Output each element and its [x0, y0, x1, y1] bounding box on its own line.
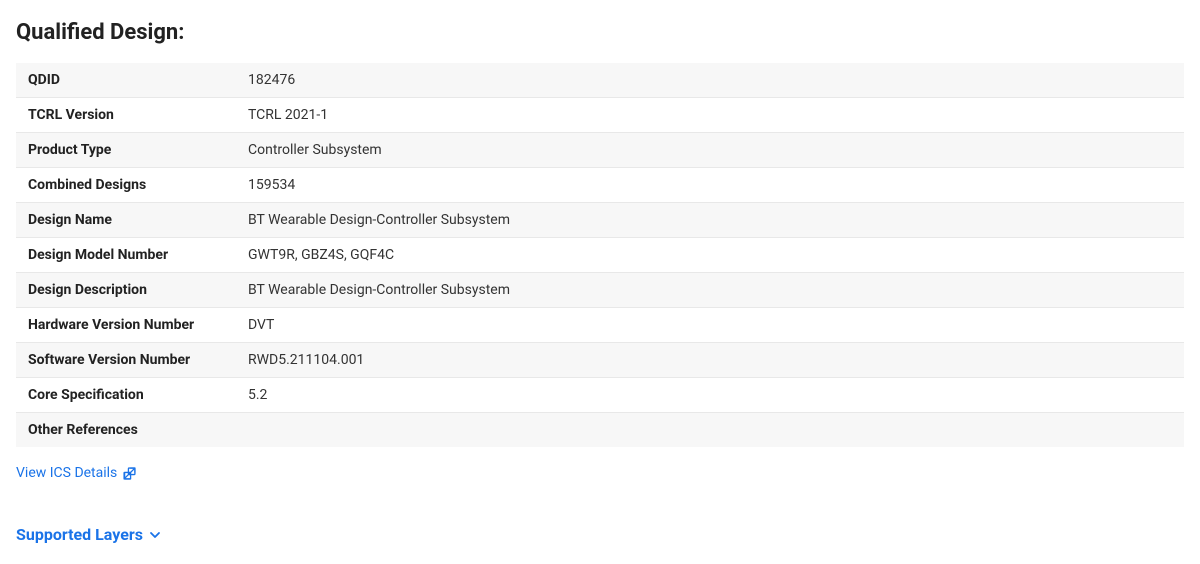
row-value: TCRL 2021-1: [236, 98, 1184, 133]
table-row: QDID182476: [16, 63, 1184, 98]
table-row: Other References: [16, 413, 1184, 448]
row-label: TCRL Version: [16, 98, 236, 133]
table-row: Core Specification5.2: [16, 378, 1184, 413]
row-value: 5.2: [236, 378, 1184, 413]
view-ics-label: View ICS Details: [16, 465, 117, 481]
table-row: Software Version NumberRWD5.211104.001: [16, 343, 1184, 378]
table-row: Design DescriptionBT Wearable Design-Con…: [16, 273, 1184, 308]
row-value: GWT9R, GBZ4S, GQF4C: [236, 238, 1184, 273]
row-label: Software Version Number: [16, 343, 236, 378]
row-value: DVT: [236, 308, 1184, 343]
row-value: Controller Subsystem: [236, 133, 1184, 168]
row-value: BT Wearable Design-Controller Subsystem: [236, 273, 1184, 308]
row-label: Core Specification: [16, 378, 236, 413]
row-label: Design Name: [16, 203, 236, 238]
row-value: 182476: [236, 63, 1184, 98]
row-label: Other References: [16, 413, 236, 448]
row-label: QDID: [16, 63, 236, 98]
row-value: 159534: [236, 168, 1184, 203]
table-row: Combined Designs159534: [16, 168, 1184, 203]
row-value: BT Wearable Design-Controller Subsystem: [236, 203, 1184, 238]
table-row: Hardware Version NumberDVT: [16, 308, 1184, 343]
table-row: Design Model NumberGWT9R, GBZ4S, GQF4C: [16, 238, 1184, 273]
table-row: TCRL VersionTCRL 2021-1: [16, 98, 1184, 133]
row-label: Design Description: [16, 273, 236, 308]
view-ics-link[interactable]: View ICS Details: [16, 465, 136, 481]
external-link-icon: [123, 467, 136, 480]
table-row: Product TypeController Subsystem: [16, 133, 1184, 168]
row-value: [236, 413, 1184, 448]
view-ics-link-container: View ICS Details: [16, 465, 1184, 503]
qualified-design-table: QDID182476TCRL VersionTCRL 2021-1Product…: [16, 63, 1184, 447]
row-label: Combined Designs: [16, 168, 236, 203]
row-label: Design Model Number: [16, 238, 236, 273]
chevron-down-icon: [149, 529, 161, 541]
row-label: Hardware Version Number: [16, 308, 236, 343]
row-value: RWD5.211104.001: [236, 343, 1184, 378]
row-label: Product Type: [16, 133, 236, 168]
table-row: Design NameBT Wearable Design-Controller…: [16, 203, 1184, 238]
page-title: Qualified Design:: [16, 20, 1184, 45]
